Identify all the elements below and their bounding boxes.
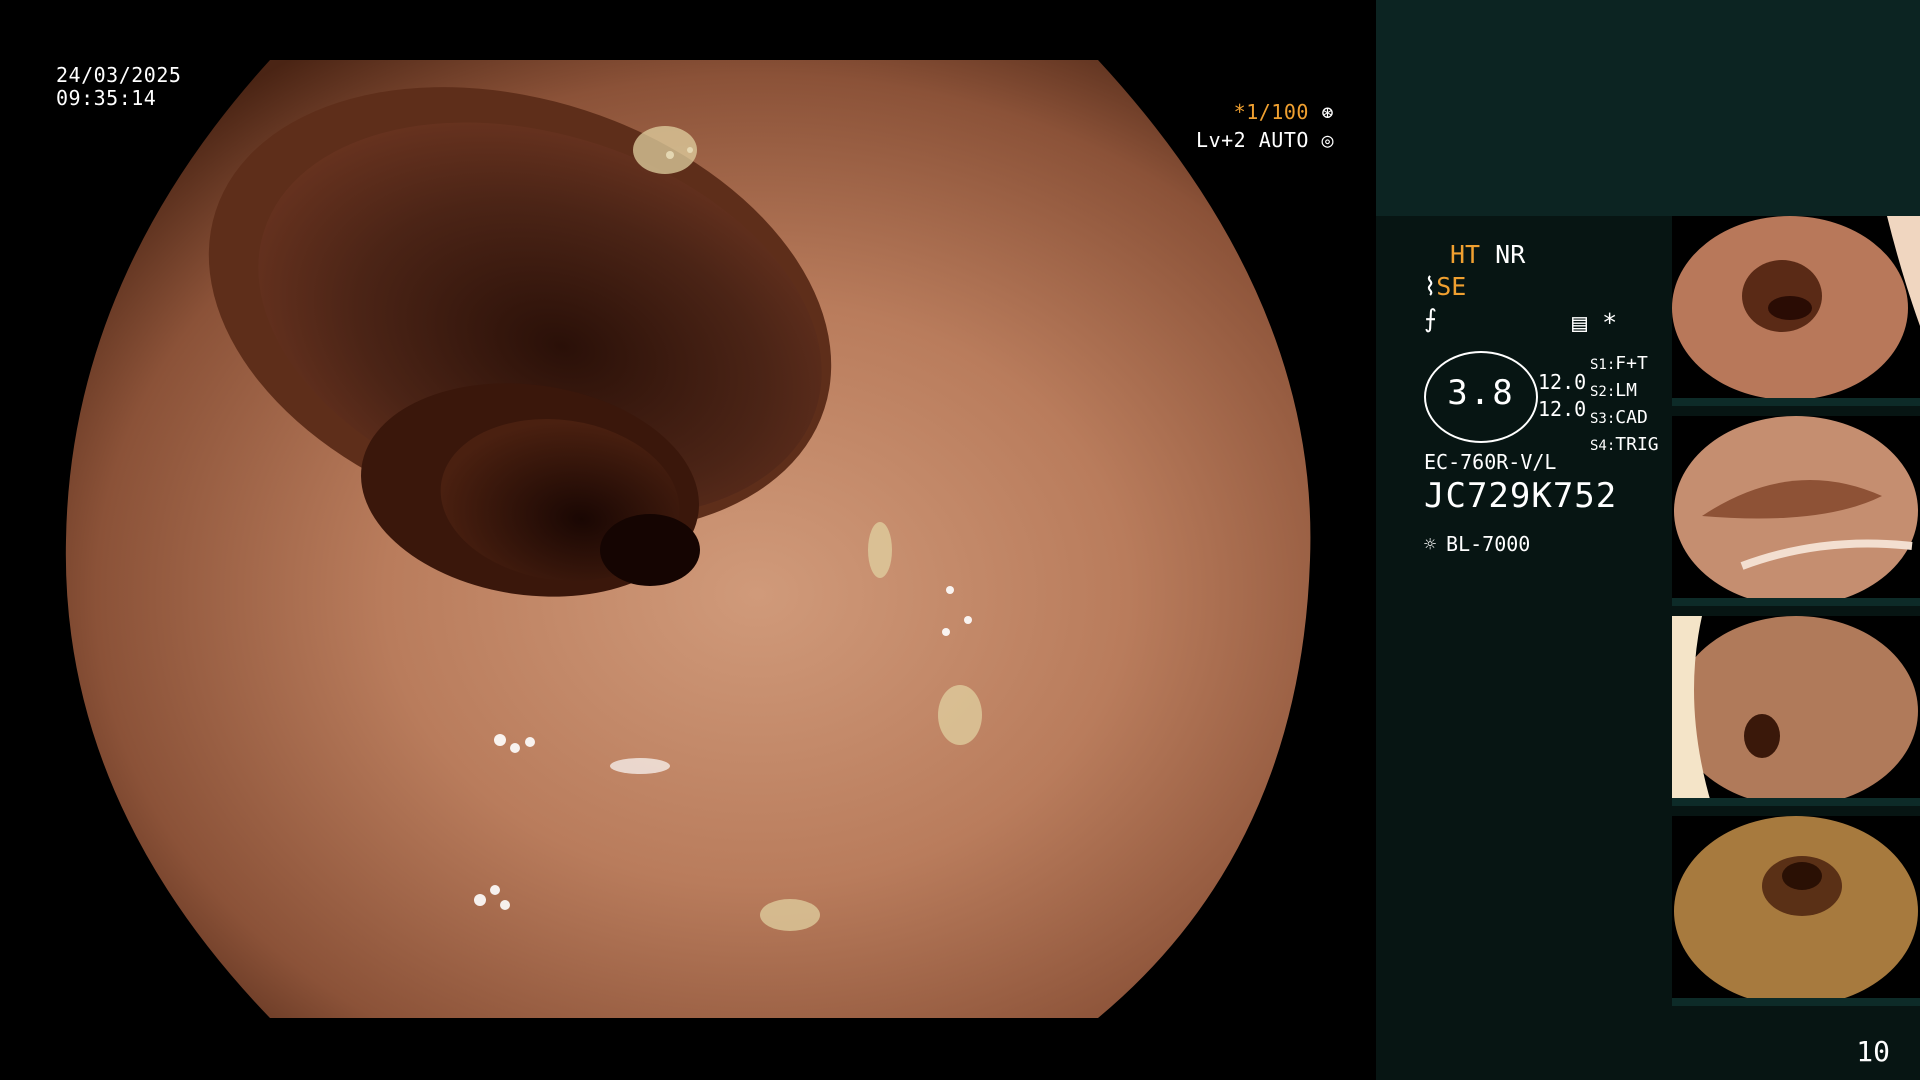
- thumbnail-3[interactable]: [1672, 616, 1920, 806]
- record-icon: ▤: [1572, 308, 1588, 337]
- star-mark: *: [1602, 308, 1618, 337]
- auto-icon: ◎: [1321, 128, 1334, 152]
- thumbnail-caption: [1672, 398, 1920, 406]
- shutter-speed: *1/100: [1233, 100, 1309, 124]
- level-1: 12.0: [1538, 370, 1587, 394]
- light-source-label: BL-7000: [1446, 532, 1531, 556]
- datetime: 24/03/2025 09:35:14: [56, 64, 181, 110]
- se-label: SE: [1436, 272, 1467, 301]
- scope-model: EC-760R-V/L: [1424, 450, 1557, 474]
- shutter-icon: ⊛: [1321, 100, 1334, 124]
- record-row: ▤ *: [1572, 308, 1617, 337]
- time-text: 09:35:14: [56, 86, 157, 110]
- level-2: 12.0: [1538, 397, 1587, 421]
- enhance-icon: ⨍: [1424, 304, 1438, 333]
- thumbnail-1[interactable]: [1672, 216, 1920, 406]
- thumbnail-image: [1672, 416, 1920, 606]
- nr-label: NR: [1495, 240, 1526, 269]
- date-text: 24/03/2025: [56, 63, 182, 87]
- light-source: ☼ BL-7000: [1424, 532, 1530, 556]
- serial-number: JC729K752: [1424, 476, 1618, 516]
- side-panel-header: [1376, 0, 1920, 216]
- endoscope-image: [65, 60, 1311, 1018]
- thumbnail-caption: [1672, 598, 1920, 606]
- structure-value: 3.8: [1447, 373, 1515, 413]
- thumbnail-caption: [1672, 798, 1920, 806]
- thumbnail-image: [1672, 616, 1920, 806]
- mode-list: S1:F+T S2:LM S3:CAD S4:TRIG: [1590, 351, 1659, 459]
- ht-nr-row: HT NR: [1450, 240, 1525, 269]
- thumbnail-image: [1672, 816, 1920, 1006]
- processor-info: HT NR ⌇SE ⨍ ▤ * 3.8 12.0 12.0 S1:F+T S2:…: [1400, 240, 1660, 580]
- mode-s4: S4:TRIG: [1590, 434, 1659, 455]
- endoscope-view: 24/03/2025 09:35:14 *1/100 ⊛ Lv+2 AUTO ◎: [0, 0, 1376, 1080]
- thumbnail-2[interactable]: [1672, 416, 1920, 606]
- structure-gauge: 3.8: [1424, 351, 1538, 443]
- mode-s3: S3:CAD: [1590, 407, 1648, 428]
- levels: 12.0 12.0: [1538, 369, 1586, 423]
- thumbnail-image: [1672, 216, 1920, 406]
- page-number: 10: [1856, 1035, 1890, 1068]
- scope-icon: ⌇: [1424, 272, 1437, 301]
- level-auto: Lv+2 AUTO: [1196, 128, 1309, 152]
- se-row: ⌇SE: [1424, 272, 1466, 301]
- mode-s1: S1:F+T: [1590, 353, 1648, 374]
- light-icon: ☼: [1424, 532, 1437, 556]
- side-panel: HT NR ⌇SE ⨍ ▤ * 3.8 12.0 12.0 S1:F+T S2:…: [1376, 0, 1920, 1080]
- shutter-info: *1/100 ⊛ Lv+2 AUTO ◎: [1196, 98, 1334, 154]
- mode-s2: S2:LM: [1590, 380, 1637, 401]
- thumbnail-4[interactable]: [1672, 816, 1920, 1006]
- ht-label: HT: [1450, 240, 1481, 269]
- thumbnail-caption: [1672, 998, 1920, 1006]
